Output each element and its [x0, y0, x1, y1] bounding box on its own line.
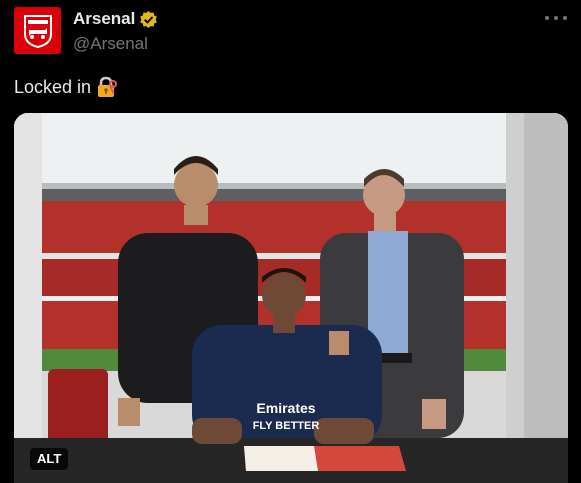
tweet-text: Locked in — [14, 76, 118, 98]
avatar[interactable] — [14, 7, 61, 54]
signing-photo: Emirates FLY BETTER — [14, 113, 568, 483]
shirt-sponsor-line2: FLY BETTER — [253, 420, 320, 432]
more-options-icon[interactable] — [545, 10, 567, 26]
alt-text-badge[interactable]: ALT — [30, 448, 69, 470]
tweet-header: Arsenal @Arsenal — [14, 7, 567, 55]
shirt-sponsor-line1: Emirates — [256, 400, 315, 416]
author-name-row: Arsenal — [73, 9, 158, 29]
arsenal-crest-icon — [23, 14, 52, 48]
user-handle[interactable]: @Arsenal — [73, 34, 148, 54]
verified-badge-icon[interactable] — [139, 10, 158, 29]
lock-with-key-icon — [98, 76, 118, 97]
tweet-media-photo[interactable]: Emirates FLY BETTER ALT — [14, 113, 568, 483]
tweet-body: Locked in — [14, 76, 92, 97]
display-name[interactable]: Arsenal — [73, 9, 135, 29]
